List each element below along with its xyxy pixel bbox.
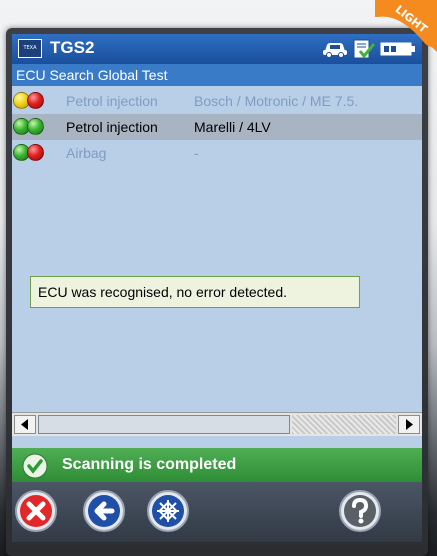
ecu-system: Bosch / Motronic / ME 7.5. — [194, 93, 359, 109]
result-message: ECU was recognised, no error detected. — [30, 276, 360, 308]
device-screen: TEXA TGS2 ECU Search Global Test Petrol … — [12, 34, 422, 542]
status-lamps — [13, 118, 61, 136]
status-lamps — [13, 144, 61, 162]
screen-subtitle: ECU Search Global Test — [12, 64, 422, 86]
ecu-name: Airbag — [66, 145, 107, 161]
app-title: TGS2 — [50, 38, 95, 57]
bottom-toolbar — [12, 482, 422, 542]
document-check-icon[interactable] — [352, 38, 376, 60]
green-lamp-icon — [27, 118, 44, 135]
check-circle-icon — [22, 453, 48, 479]
light-badge: LIGHT — [375, 0, 437, 52]
horizontal-scrollbar[interactable] — [12, 412, 422, 436]
red-lamp-icon — [27, 144, 44, 161]
scroll-track[interactable] — [292, 415, 396, 434]
ecu-name: Petrol injection — [66, 93, 158, 109]
ecu-name: Petrol injection — [66, 119, 158, 135]
help-icon[interactable] — [338, 489, 382, 533]
status-bar: Scanning is completed — [12, 448, 422, 482]
ecu-list: Petrol injection Bosch / Motronic / ME 7… — [12, 88, 422, 166]
cancel-icon[interactable] — [14, 489, 58, 533]
status-lamps — [13, 92, 61, 110]
ecu-system: Marelli / 4LV — [194, 119, 271, 135]
ecu-list-item[interactable]: Airbag - — [12, 140, 422, 166]
status-text: Scanning is completed — [62, 456, 237, 473]
car-icon — [323, 43, 347, 58]
arrow-right-icon — [406, 419, 413, 430]
red-lamp-icon — [27, 92, 44, 109]
back-arrow-icon[interactable] — [82, 489, 126, 533]
ecu-list-item[interactable]: Petrol injection Bosch / Motronic / ME 7… — [12, 88, 422, 114]
scroll-left-button[interactable] — [14, 415, 36, 434]
title-bar: TEXA TGS2 — [12, 34, 422, 64]
scroll-thumb[interactable] — [38, 415, 290, 434]
app-logo[interactable]: TEXA — [18, 39, 42, 58]
scan-icon[interactable] — [146, 489, 190, 533]
ecu-system: - — [194, 145, 199, 161]
scroll-right-button[interactable] — [398, 415, 420, 434]
ecu-list-item-selected[interactable]: Petrol injection Marelli / 4LV — [12, 114, 422, 140]
arrow-left-icon — [21, 419, 28, 430]
